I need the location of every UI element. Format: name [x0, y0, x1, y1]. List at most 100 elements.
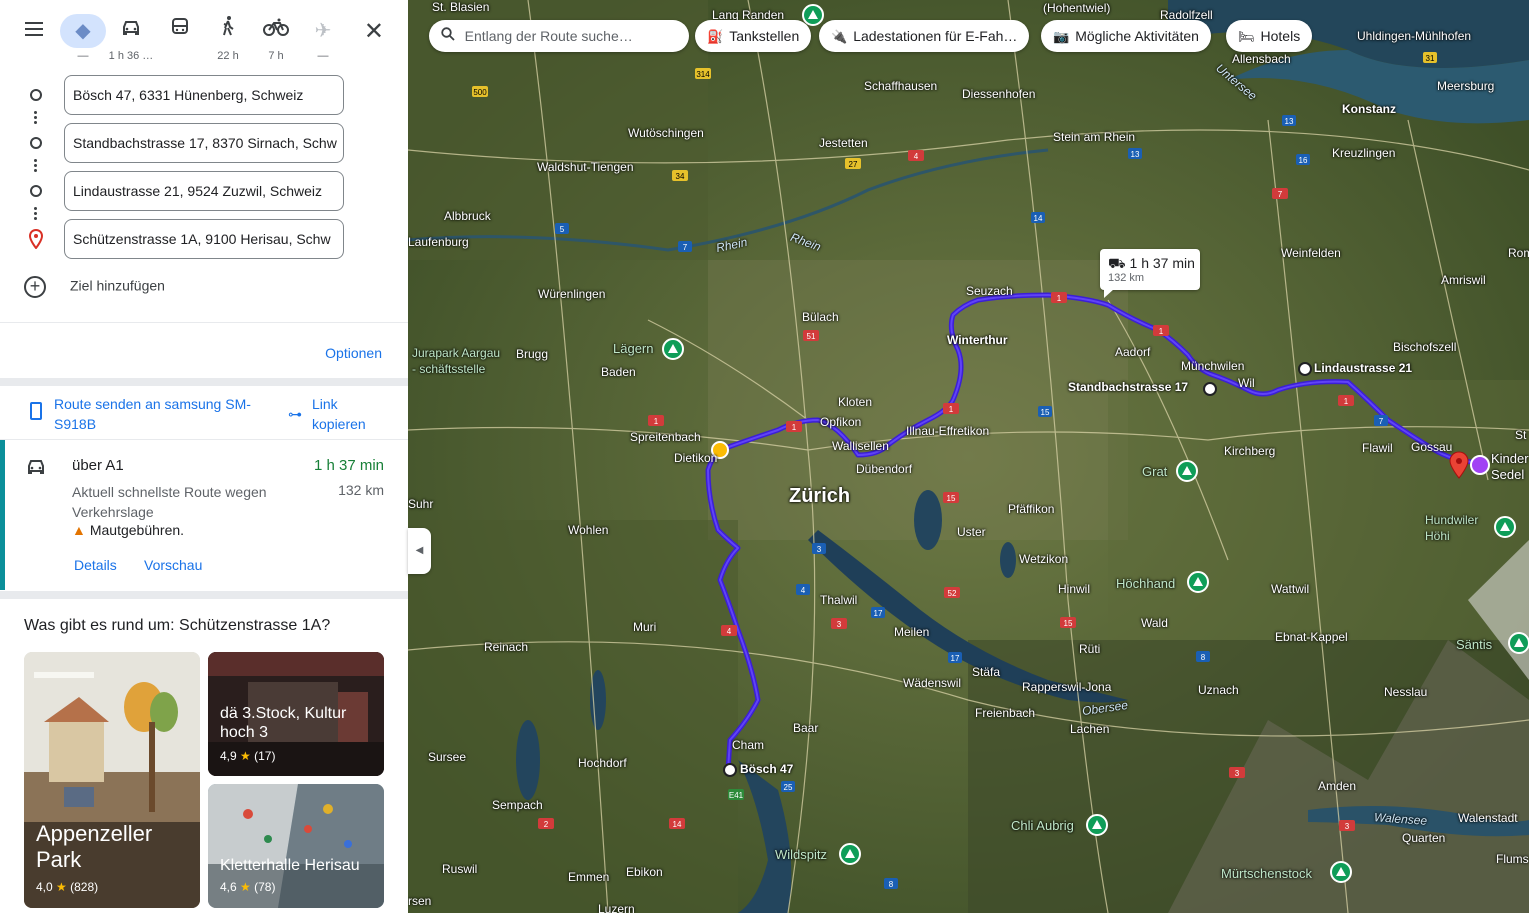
- mode-car-label: 1 h 36 …: [108, 50, 154, 62]
- svg-text:17: 17: [874, 609, 883, 618]
- selected-indicator: [0, 440, 5, 590]
- mode-bike-button[interactable]: 7 h: [253, 14, 299, 66]
- rating-value: 4,0: [36, 880, 53, 894]
- map-label: Albbruck: [444, 209, 491, 223]
- map-label: Reinach: [484, 640, 529, 654]
- copy-link-label: Link kopieren: [312, 396, 366, 432]
- mode-best-button[interactable]: ◆ —: [60, 14, 106, 66]
- send-to-phone-icon: [30, 402, 42, 420]
- map-label: Emmen: [568, 870, 610, 884]
- map-label: Thalwil: [820, 593, 858, 607]
- route-search-input[interactable]: Entlang der Route suche…: [429, 20, 689, 52]
- add-circle-icon: +: [24, 276, 46, 298]
- map-label: Ruswil: [442, 862, 478, 876]
- nearby-card-3-stock[interactable]: dä 3.Stock, Kultur hoch 3 4,9 ★ (17): [208, 652, 384, 776]
- route-callout[interactable]: ⛟ 1 h 37 min 132 km: [1100, 249, 1200, 298]
- svg-text:13: 13: [1131, 150, 1140, 159]
- map-label: Uster: [957, 525, 986, 539]
- mode-flight-label: —: [317, 50, 329, 62]
- review-count: (78): [254, 880, 276, 894]
- svg-text:7: 7: [683, 243, 688, 252]
- map-label: Ebikon: [626, 865, 663, 879]
- mode-car-button[interactable]: 1 h 36 …: [108, 14, 154, 66]
- route-description: Aktuell schnellste Route wegen Verkehrsl…: [72, 484, 267, 520]
- mode-walk-button[interactable]: 22 h: [205, 14, 251, 66]
- satellite-map[interactable]: 1 1 1 1 1 4 1 4 7 15 52 3 15 3 3 2 14 51…: [408, 0, 1529, 913]
- svg-text:31: 31: [1426, 54, 1435, 63]
- preview-link[interactable]: Vorschau: [144, 557, 202, 573]
- mode-flight-button[interactable]: ✈ —: [300, 14, 346, 66]
- svg-text:25: 25: [784, 783, 793, 792]
- waypoint-input-start[interactable]: Bösch 47, 6331 Hünenberg, Schweiz: [64, 75, 344, 115]
- map-label: Aadorf: [1115, 345, 1151, 359]
- waypoint-input-2[interactable]: Standbachstrasse 17, 8370 Sirnach, Schw: [64, 123, 344, 163]
- route-via: über A1: [72, 457, 124, 474]
- nearby-card-kletterhalle[interactable]: Kletterhalle Herisau 4,6 ★ (78): [208, 784, 384, 908]
- close-icon[interactable]: ✕: [364, 18, 384, 46]
- chip-gas-stations[interactable]: ⛽ Tankstellen: [695, 20, 812, 52]
- waypoint-row: Schützenstrasse 1A, 9100 Herisau, Schw: [0, 219, 408, 259]
- waypoint-marker-standbach: [1203, 382, 1217, 396]
- svg-text:4: 4: [727, 627, 732, 636]
- map-label: Chli Aubrig: [1011, 818, 1074, 833]
- svg-text:1: 1: [949, 405, 954, 414]
- details-link[interactable]: Details: [74, 557, 117, 573]
- chip-ev-charging[interactable]: 🔌 Ladestationen für E-Fah…: [819, 20, 1030, 52]
- collapse-panel-button[interactable]: ◀: [408, 528, 431, 574]
- map-label: Jurapark Aargau - schäftsstelle: [412, 346, 501, 376]
- route-callout-distance: 132 km: [1108, 272, 1145, 284]
- mode-bike-label: 7 h: [268, 50, 284, 62]
- svg-text:314: 314: [696, 70, 710, 79]
- star-icon: ★: [240, 749, 251, 763]
- options-button[interactable]: Optionen: [325, 345, 382, 361]
- map-label: Stein am Rhein: [1053, 130, 1136, 144]
- svg-text:2: 2: [544, 820, 549, 829]
- directions-panel: ◆ — 1 h 36 … 22 h 7 h ✈ — ✕ Bösch 47, 63…: [0, 0, 408, 913]
- map-label: Rom: [1508, 246, 1529, 260]
- map-label: Wädenswil: [903, 676, 962, 690]
- menu-button[interactable]: [16, 18, 52, 46]
- place-rating: 4,0 ★ (828): [36, 880, 98, 894]
- map-label: Säntis: [1456, 637, 1493, 652]
- mode-transit-button[interactable]: [157, 14, 203, 66]
- svg-text:3: 3: [817, 545, 822, 554]
- ev-charger-icon: 🔌: [831, 29, 848, 44]
- map-label: Ebnat-Kappel: [1275, 630, 1348, 644]
- map-label: Winterthur: [947, 333, 1008, 347]
- map-label: St. Blasien: [432, 0, 490, 14]
- chip-activities[interactable]: 📷 Mögliche Aktivitäten: [1041, 20, 1211, 52]
- map-label: Amden: [1318, 779, 1357, 793]
- add-destination-button[interactable]: + Ziel hinzufügen: [24, 276, 165, 298]
- map-label: Schaffhausen: [864, 79, 938, 93]
- map-label: Wil: [1238, 376, 1255, 390]
- camera-icon: 📷: [1053, 29, 1070, 44]
- waypoint-row: Standbachstrasse 17, 8370 Sirnach, Schw: [0, 123, 408, 163]
- map-label: Kirchberg: [1224, 444, 1276, 458]
- link-icon: ⊶: [288, 406, 302, 422]
- waypoint-input-destination[interactable]: Schützenstrasse 1A, 9100 Herisau, Schw: [64, 219, 344, 259]
- callout-time-value: 1 h 37 min: [1129, 255, 1195, 271]
- nearby-card-appenzeller-park[interactable]: Appenzeller Park 4,0 ★ (828): [24, 652, 200, 908]
- map-label: Gossau: [1411, 440, 1453, 454]
- map-label: Sedel: [1491, 467, 1525, 482]
- svg-text:1: 1: [1159, 327, 1164, 336]
- map-label: Meilen: [894, 625, 930, 639]
- map-label: Diessenhofen: [962, 87, 1036, 101]
- bike-icon: [253, 14, 299, 48]
- walk-icon: [205, 14, 251, 48]
- send-route-label: Route senden an samsung SM-S918B: [54, 396, 251, 432]
- map-label: Cham: [732, 738, 765, 752]
- chip-label: Hotels: [1260, 28, 1301, 44]
- route-option[interactable]: über A1 1 h 37 min Aktuell schnellste Ro…: [0, 440, 408, 590]
- map-label-hochhand: Höchhand: [1116, 576, 1176, 591]
- route-time: 1 h 37 min: [313, 457, 384, 474]
- map-label: Wetzikon: [1019, 552, 1069, 566]
- svg-text:1: 1: [1344, 397, 1349, 406]
- chip-hotels[interactable]: 🛏 Hotels: [1226, 20, 1313, 52]
- review-count: (828): [70, 880, 99, 894]
- map-label: Muri: [633, 620, 657, 634]
- svg-text:15: 15: [1064, 619, 1073, 628]
- place-name: Kletterhalle Herisau: [220, 857, 360, 874]
- waypoint-input-3[interactable]: Lindaustrasse 21, 9524 Zuzwil, Schweiz: [64, 171, 344, 211]
- map-label: Wildspitz: [775, 847, 828, 862]
